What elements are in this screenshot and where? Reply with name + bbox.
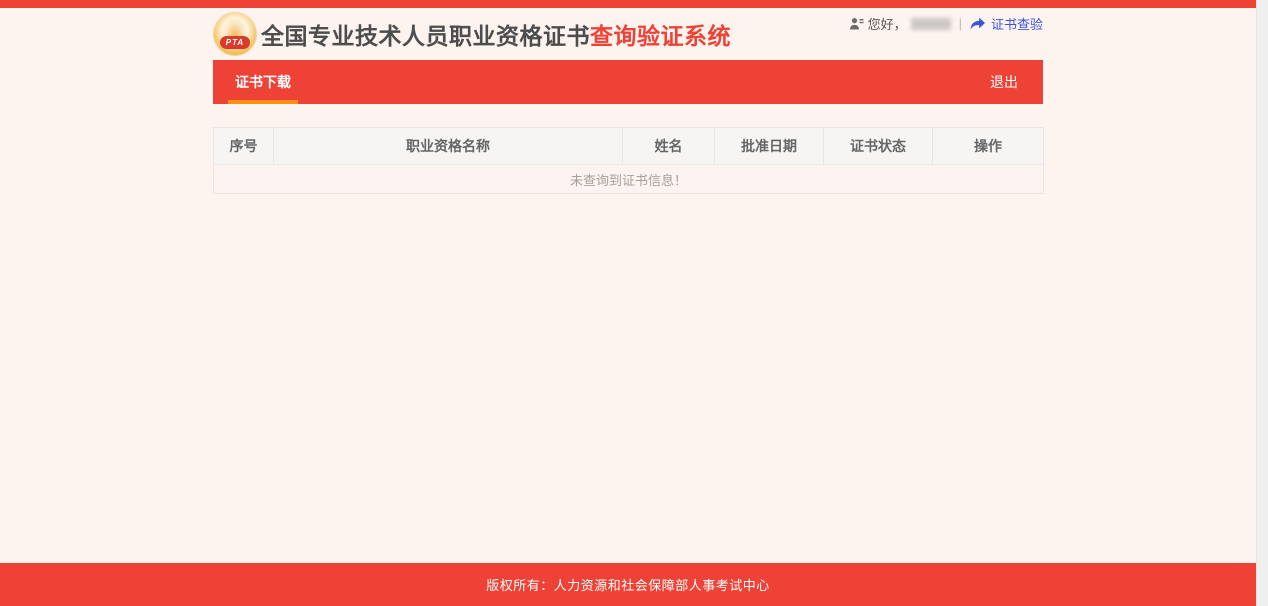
page-title: 全国专业技术人员职业资格证书查询验证系统 bbox=[261, 17, 731, 51]
col-header-operation: 操作 bbox=[932, 127, 1044, 165]
logout-button[interactable]: 退出 bbox=[990, 72, 1018, 92]
greeting-text: 您好， bbox=[867, 17, 907, 32]
user-name-redacted bbox=[910, 17, 951, 30]
certificate-table-wrap: 序号 职业资格名称 姓名 批准日期 证书状态 操作 未查询到证书信息！ bbox=[213, 127, 1044, 194]
scrollbar[interactable] bbox=[1256, 0, 1268, 606]
pta-logo-icon: PTA bbox=[213, 12, 257, 56]
page-title-main: 全国专业技术人员职业资格证书 bbox=[261, 23, 590, 49]
separator: | bbox=[958, 16, 962, 31]
footer: 版权所有：人力资源和社会保障部人事考试中心 bbox=[0, 563, 1256, 606]
table-header-row: 序号 职业资格名称 姓名 批准日期 证书状态 操作 bbox=[213, 127, 1044, 165]
tab-certificate-download-label: 证书下载 bbox=[235, 74, 291, 90]
certificate-table: 序号 职业资格名称 姓名 批准日期 证书状态 操作 未查询到证书信息！ bbox=[213, 127, 1044, 194]
col-header-approval-date: 批准日期 bbox=[714, 127, 824, 165]
col-header-serial: 序号 bbox=[213, 127, 274, 165]
col-header-qualification-name: 职业资格名称 bbox=[273, 127, 623, 165]
tab-certificate-download[interactable]: 证书下载 bbox=[228, 60, 298, 104]
copyright-text: 版权所有：人力资源和社会保障部人事考试中心 bbox=[486, 578, 770, 593]
col-header-certificate-status: 证书状态 bbox=[823, 127, 933, 165]
page: PTA 全国专业技术人员职业资格证书查询验证系统 您好， | 证书查验 证书下载… bbox=[0, 0, 1268, 606]
certificate-verify-label: 证书查验 bbox=[990, 17, 1043, 32]
empty-state-row: 未查询到证书信息！ bbox=[213, 164, 1044, 194]
header: PTA 全国专业技术人员职业资格证书查询验证系统 您好， | 证书查验 bbox=[213, 8, 1043, 60]
page-title-accent: 查询验证系统 bbox=[590, 23, 731, 49]
logo-banner: PTA bbox=[220, 36, 250, 49]
certificate-verify-link[interactable]: 证书查验 bbox=[970, 14, 1043, 33]
user-icon bbox=[849, 17, 864, 31]
user-area: 您好， | 证书查验 bbox=[849, 14, 1043, 33]
col-header-name: 姓名 bbox=[622, 127, 715, 165]
top-accent-bar bbox=[0, 0, 1256, 8]
active-tab-underline bbox=[228, 100, 298, 104]
content-column: PTA 全国专业技术人员职业资格证书查询验证系统 您好， | 证书查验 证书下载… bbox=[213, 8, 1044, 194]
nav-bar: 证书下载 退出 bbox=[213, 60, 1043, 104]
share-arrow-icon bbox=[970, 17, 986, 31]
empty-state-message: 未查询到证书信息！ bbox=[213, 164, 1044, 194]
